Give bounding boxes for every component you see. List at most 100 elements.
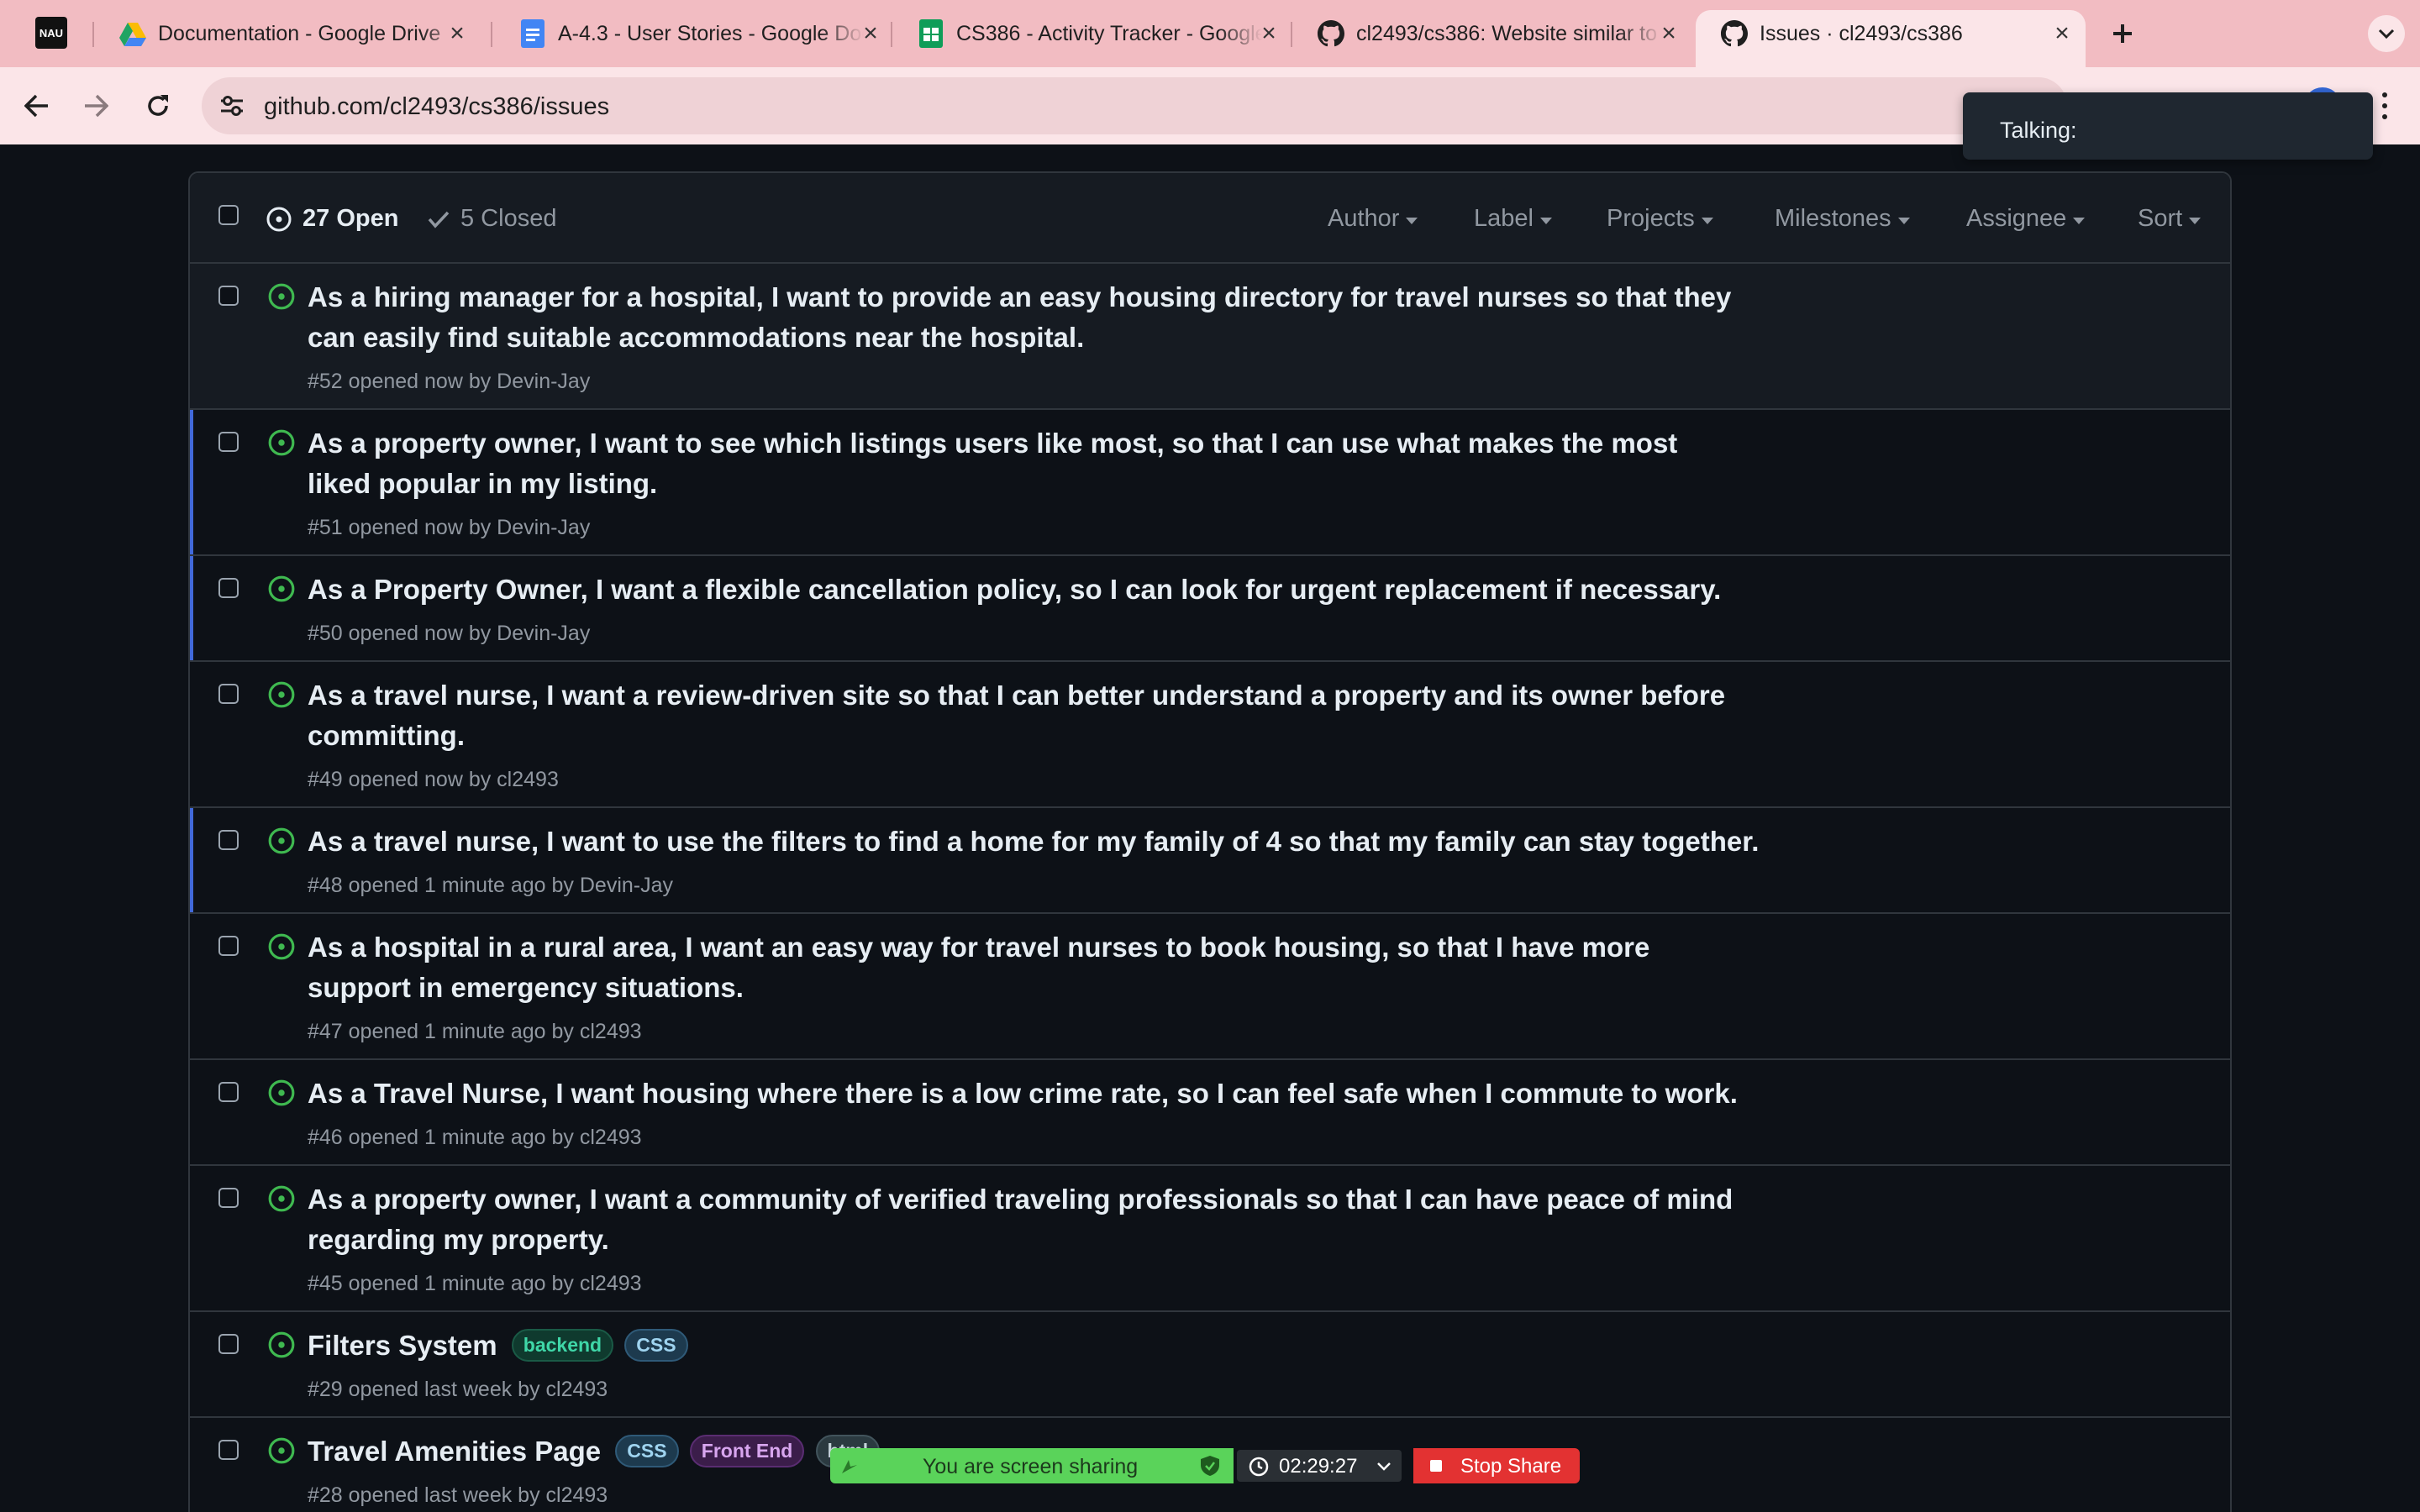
- issue-row[interactable]: As a Travel Nurse, I want housing where …: [190, 1060, 2230, 1166]
- menu-dot: [2382, 103, 2387, 108]
- issue-meta: #47 opened 1 minute ago by cl2493: [308, 1020, 642, 1043]
- issue-title-link[interactable]: Filters System: [308, 1330, 497, 1361]
- issue-row[interactable]: As a hiring manager for a hospital, I wa…: [190, 264, 2230, 410]
- nau-tab[interactable]: NAU: [35, 17, 67, 49]
- issue-checkbox[interactable]: [218, 1334, 239, 1354]
- issues-list: 27 Open 5 Closed Author Label Projects M…: [188, 171, 2232, 1512]
- reload-button[interactable]: [138, 86, 178, 126]
- chevron-down-icon: [1377, 1462, 1391, 1471]
- tab-title: CS386 - Activity Tracker - Google Sheets: [956, 22, 1262, 45]
- stop-icon: [1430, 1460, 1442, 1472]
- label-badge[interactable]: CSS: [615, 1435, 679, 1467]
- filter-sort[interactable]: Sort: [2138, 205, 2202, 233]
- new-tab-button[interactable]: [2104, 15, 2141, 52]
- filter-label: Author: [1328, 205, 1400, 232]
- issue-meta: #48 opened 1 minute ago by Devin-Jay: [308, 874, 674, 897]
- talking-label: Talking:: [2000, 118, 2077, 143]
- menu-dot: [2382, 92, 2387, 97]
- issue-opened-icon: [268, 1079, 295, 1106]
- issue-meta: #29 opened last week by cl2493: [308, 1378, 608, 1401]
- filter-milestones[interactable]: Milestones: [1775, 205, 1910, 233]
- issue-title-link[interactable]: As a property owner, I want to see which…: [308, 423, 1736, 504]
- select-all-checkbox[interactable]: [218, 205, 239, 225]
- issue-checkbox[interactable]: [218, 286, 239, 306]
- issue-row[interactable]: As a travel nurse, I want to use the fil…: [190, 808, 2230, 914]
- filter-assignee[interactable]: Assignee: [1966, 205, 2086, 233]
- issue-row[interactable]: As a hospital in a rural area, I want an…: [190, 914, 2230, 1060]
- filter-label: Milestones: [1775, 205, 1891, 232]
- caret-down-icon: [1539, 217, 1552, 224]
- arrow-left-icon: [24, 94, 48, 118]
- tab-search-button[interactable]: [2368, 15, 2405, 52]
- reload-icon: [148, 95, 168, 116]
- screen-share-bar: You are screen sharing 02:29:27 Stop Sha…: [830, 1448, 1580, 1483]
- issue-row[interactable]: As a travel nurse, I want a review-drive…: [190, 662, 2230, 808]
- issue-title-link[interactable]: As a hiring manager for a hospital, I wa…: [308, 277, 1736, 358]
- issue-title-link[interactable]: As a travel nurse, I want to use the fil…: [308, 822, 1904, 862]
- close-icon[interactable]: ×: [445, 19, 469, 47]
- label-badge[interactable]: CSS: [624, 1329, 688, 1362]
- issue-checkbox[interactable]: [218, 1440, 239, 1460]
- issue-title-link[interactable]: As a Travel Nurse, I want housing where …: [308, 1074, 1904, 1114]
- screen-share-timer[interactable]: 02:29:27: [1237, 1450, 1402, 1482]
- issue-row[interactable]: As a property owner, I want a community …: [190, 1166, 2230, 1312]
- stop-share-label: Stop Share: [1460, 1455, 1562, 1478]
- closed-issues-toggle[interactable]: 5 Closed: [427, 205, 556, 233]
- drag-handle-icon[interactable]: [839, 1455, 860, 1477]
- issue-title-link[interactable]: As a travel nurse, I want a review-drive…: [308, 675, 1736, 756]
- issue-opened-icon: [268, 1437, 295, 1464]
- close-icon[interactable]: ×: [1657, 19, 1681, 47]
- issue-checkbox[interactable]: [218, 830, 239, 850]
- issue-opened-icon: [268, 429, 295, 456]
- filter-label-dropdown[interactable]: Label: [1474, 205, 1552, 233]
- issue-meta: #52 opened now by Devin-Jay: [308, 370, 591, 393]
- issue-opened-icon: [268, 933, 295, 960]
- issue-checkbox[interactable]: [218, 684, 239, 704]
- tab-issues[interactable]: Issues · cl2493/cs386 ×: [1696, 10, 2086, 67]
- tab-documentation[interactable]: Documentation - Google Drive ×: [94, 10, 481, 57]
- arrow-right-icon: [85, 94, 108, 118]
- open-count: 27 Open: [302, 205, 399, 232]
- issue-checkbox[interactable]: [218, 936, 239, 956]
- stop-share-button[interactable]: Stop Share: [1413, 1448, 1580, 1483]
- issue-row[interactable]: As a property owner, I want to see which…: [190, 410, 2230, 556]
- issue-checkbox[interactable]: [218, 432, 239, 452]
- forward-button[interactable]: [76, 86, 116, 126]
- issue-title-link[interactable]: Travel Amenities Page: [308, 1436, 601, 1467]
- issue-row[interactable]: Filters System backend CSS #29 opened la…: [190, 1312, 2230, 1418]
- back-button[interactable]: [17, 86, 57, 126]
- label-badge[interactable]: Front End: [689, 1435, 805, 1467]
- timer-text: 02:29:27: [1279, 1455, 1358, 1478]
- close-icon[interactable]: ×: [2050, 19, 2074, 47]
- tab-activity-tracker[interactable]: CS386 - Activity Tracker - Google Sheets…: [892, 10, 1292, 57]
- tab-github-repo[interactable]: cl2493/cs386: Website similar to ×: [1292, 10, 1692, 57]
- issue-title-link[interactable]: As a Property Owner, I want a flexible c…: [308, 570, 1736, 610]
- issue-opened-icon: [268, 283, 295, 310]
- issue-meta: #45 opened 1 minute ago by cl2493: [308, 1272, 642, 1295]
- filter-author[interactable]: Author: [1328, 205, 1418, 233]
- close-icon[interactable]: ×: [1257, 19, 1281, 47]
- screen-share-status[interactable]: You are screen sharing: [830, 1448, 1234, 1483]
- issue-title-link[interactable]: As a hospital in a rural area, I want an…: [308, 927, 1736, 1008]
- google-sheets-icon: [918, 19, 944, 48]
- caret-down-icon: [1406, 217, 1418, 224]
- issue-row[interactable]: As a Property Owner, I want a flexible c…: [190, 556, 2230, 662]
- menu-dot: [2382, 114, 2387, 119]
- close-icon[interactable]: ×: [859, 19, 882, 47]
- open-issues-toggle[interactable]: 27 Open: [266, 205, 398, 233]
- address-bar[interactable]: github.com/cl2493/cs386/issues: [202, 77, 2067, 134]
- filter-label: Projects: [1607, 205, 1695, 232]
- issue-opened-icon: [268, 1331, 295, 1358]
- nau-badge: NAU: [39, 26, 64, 39]
- filter-projects[interactable]: Projects: [1607, 205, 1713, 233]
- label-badge[interactable]: backend: [511, 1329, 614, 1362]
- issue-checkbox[interactable]: [218, 578, 239, 598]
- site-settings-icon[interactable]: [215, 89, 249, 123]
- tab-user-stories[interactable]: A-4.3 - User Stories - Google Docs ×: [494, 10, 894, 57]
- tab-title: Issues · cl2493/cs386: [1760, 22, 1963, 45]
- issue-checkbox[interactable]: [218, 1082, 239, 1102]
- issue-title-link[interactable]: As a property owner, I want a community …: [308, 1179, 1736, 1260]
- issue-checkbox[interactable]: [218, 1188, 239, 1208]
- browser-menu-button[interactable]: [2370, 89, 2400, 123]
- chevron-down-icon: [2378, 29, 2395, 39]
